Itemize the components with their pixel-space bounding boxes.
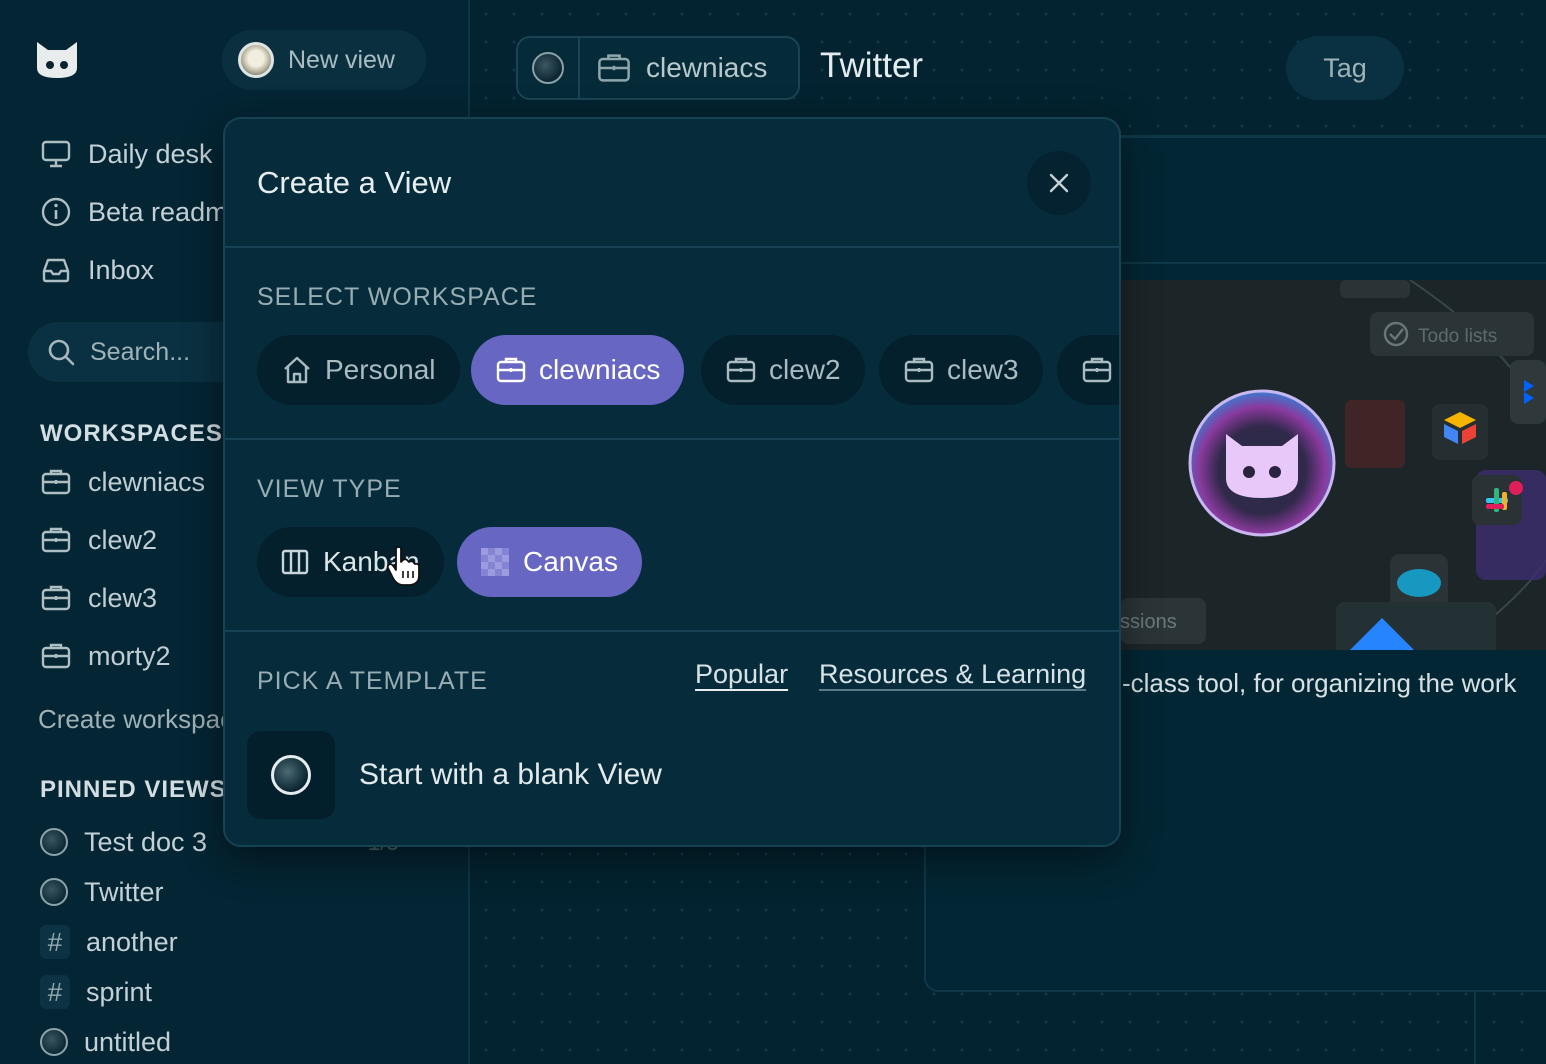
new-view-button[interactable]: New view [222,30,426,90]
workspaces-heading: WORKSPACES [40,420,223,447]
briefcase-icon [41,643,71,669]
inbox-icon [42,258,70,283]
preview-todo-label: Todo lists [1418,326,1497,347]
chip-label: Personal [325,354,436,385]
select-workspace-label: SELECT WORKSPACE [257,283,538,311]
pinned-tag-item[interactable]: # sprint [40,972,152,1012]
info-icon [41,197,71,227]
tab-resources-learning[interactable]: Resources & Learning [819,659,1086,690]
pinned-view-item[interactable]: untitled [40,1022,171,1062]
close-icon [1049,173,1069,193]
chip-label: clew2 [769,354,841,385]
workspace-label: clew2 [88,524,158,555]
breadcrumb-workspace-label: clewniacs [646,52,768,83]
chip-label: clewniacs [539,354,661,385]
view-circle-icon [40,828,68,856]
view-orb-icon [238,42,274,78]
modal-divider [225,630,1119,632]
create-workspace-link[interactable]: Create workspace [38,704,248,735]
sidebar-item-daily-desk[interactable]: Daily desk [40,134,213,174]
chip-label: Canvas [523,546,618,577]
pinned-view-label: Twitter [84,876,164,907]
close-button[interactable] [1027,151,1091,215]
template-preview-image: Todo lists ssions [1120,280,1546,650]
pinned-view-label: another [86,926,178,957]
view-circle-icon [40,878,68,906]
sidebar-item-label: Daily desk [88,138,213,169]
blank-view-label: Start with a blank View [359,758,662,791]
view-type-label: VIEW TYPE [257,475,402,503]
sidebar-workspace-clew2[interactable]: clew2 [40,520,157,560]
sidebar-item-inbox[interactable]: Inbox [40,250,154,290]
hash-icon: # [40,925,70,959]
modal-title: Create a View [257,165,452,200]
tag-button[interactable]: Tag [1286,36,1404,100]
pinned-tag-item[interactable]: # another [40,922,178,962]
hand-cursor-icon [386,546,420,586]
workspace-chip-clewniacs[interactable]: clewniacs [471,335,685,405]
workspace-label: clewniacs [88,466,206,497]
home-icon [284,356,310,384]
card-divider [1120,262,1546,264]
briefcase-icon [41,527,71,553]
sidebar-workspace-morty2[interactable]: morty2 [40,636,171,676]
page-title: Twitter [820,46,924,85]
sidebar-item-label: Inbox [88,254,155,285]
briefcase-icon [598,54,630,82]
monitor-icon [41,140,71,168]
briefcase-icon [1082,357,1112,383]
breadcrumb[interactable]: clewniacs [516,36,800,100]
canvas-divider [1474,992,1476,1064]
workspace-label: clew3 [88,582,158,613]
create-view-modal: Create a View SELECT WORKSPACE Personal … [223,117,1121,847]
chip-label: clew3 [947,354,1019,385]
preview-sessions-label: ssions [1120,611,1177,633]
pinned-view-label: Test doc 3 [84,826,208,857]
checker-icon [481,548,509,576]
columns-icon [281,549,309,575]
search-placeholder: Search... [90,337,191,366]
cat-logo-icon[interactable] [34,40,80,80]
modal-divider [225,246,1119,248]
workspace-chip-clew2[interactable]: clew2 [701,335,865,405]
view-circle-icon [271,755,311,795]
briefcase-icon [41,585,71,611]
new-view-label: New view [288,45,395,74]
sidebar-item-label: Beta readme [88,196,243,227]
briefcase-icon [41,469,71,495]
workspace-chip-more[interactable] [1057,335,1119,405]
workspace-chip-personal[interactable]: Personal [257,335,460,405]
pinned-view-item[interactable]: Test doc 3 [40,822,207,862]
blank-view-option[interactable]: Start with a blank View [247,731,662,819]
search-icon [48,339,75,366]
breadcrumb-workspace[interactable]: clewniacs [580,50,767,86]
pick-template-label: PICK A TEMPLATE [257,667,488,695]
view-circle-icon [40,1028,68,1056]
blank-view-icon-tile [247,731,335,819]
modal-divider [225,438,1119,440]
pinned-views-heading: PINNED VIEWS [40,776,227,803]
workspace-chip-row: Personal clewniacs clew2 clew3 [225,335,1119,405]
tab-popular[interactable]: Popular [695,659,788,690]
pinned-view-label: untitled [84,1026,172,1057]
pinned-view-label: sprint [86,976,153,1007]
view-circle-icon [532,52,564,84]
workspace-label: morty2 [88,640,171,671]
breadcrumb-view-icon-wrap [518,38,580,98]
briefcase-icon [726,357,756,383]
sidebar-item-beta-readme[interactable]: Beta readme [40,192,243,232]
template-description: -class tool, for organizing the work [1122,668,1517,698]
sidebar-workspace-clew3[interactable]: clew3 [40,578,157,618]
view-type-row: Kanban Canvas [225,527,1119,597]
sidebar-workspace-clewniacs[interactable]: clewniacs [40,462,205,502]
briefcase-icon [904,357,934,383]
view-type-canvas[interactable]: Canvas [457,527,642,597]
pinned-view-item[interactable]: Twitter [40,872,164,912]
workspace-chip-clew3[interactable]: clew3 [879,335,1043,405]
briefcase-icon [496,357,526,383]
hash-icon: # [40,975,70,1009]
